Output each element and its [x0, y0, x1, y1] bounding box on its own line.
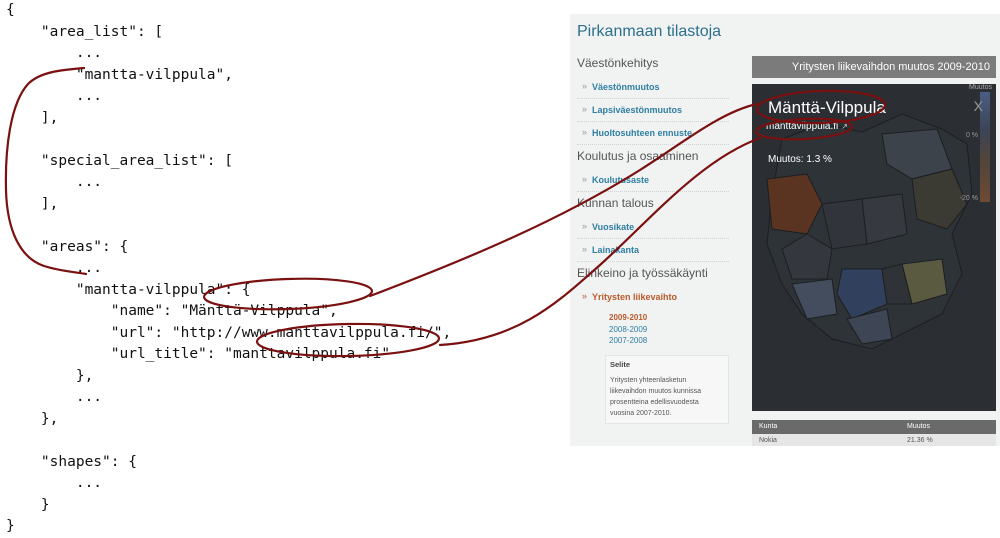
year-list: 2009-2010 2008-2009 2007-2008 — [577, 308, 735, 347]
code-line: "url_title": "manttavilppula.fi" — [6, 346, 391, 362]
code-line: "special_area_list": [ — [6, 152, 233, 169]
legend-label: 0 % — [965, 132, 978, 139]
nav-section: Elinkeino ja työssäkäynti Yritysten liike… — [577, 262, 735, 424]
code-line: ... — [6, 45, 103, 61]
map-header: Yritysten liikevaihdon muutos 2009-2010 — [752, 56, 996, 78]
nav-heading: Kunnan talous — [577, 196, 654, 210]
nav-heading: Elinkeino ja työssäkäynti — [577, 266, 708, 280]
code-line: ... — [6, 475, 103, 491]
code-line: "mantta-vilppula": { — [6, 281, 251, 298]
code-line: }, — [6, 367, 94, 384]
description-title: Selite — [610, 359, 631, 369]
map-region — [791, 278, 838, 320]
nav-heading: Koulutus ja osaaminen — [577, 149, 699, 163]
year-link[interactable]: 2009-2010 — [609, 312, 735, 324]
nav-item[interactable]: Lainakanta — [577, 239, 729, 262]
code-line: "name": "Mänttä-Vilppula", — [6, 303, 338, 319]
nav-item[interactable]: Väestönmuutos — [577, 76, 729, 99]
nav-item[interactable]: Koulutusaste — [577, 169, 729, 192]
column-header-muutos[interactable]: Muutos — [899, 420, 930, 434]
code-line: } — [6, 496, 50, 513]
code-block: { "area_list": [ ... "mantta-vilppula", … — [6, 0, 451, 538]
external-link-icon: ↗ — [841, 122, 848, 131]
code-line: "shapes": { — [6, 453, 137, 470]
statistics-screenshot: Pirkanmaan tilastoja VäestönkehitysVäest… — [570, 14, 1000, 446]
site-title: Pirkanmaan tilastoja — [577, 23, 722, 40]
legend-label: -20 % — [959, 195, 978, 202]
nav-section: Väestönkehitys VäestönmuutosLapsiväestönm… — [577, 52, 735, 145]
nav-item[interactable]: Lapsiväestönmuutos — [577, 99, 729, 122]
choropleth-map[interactable]: Muutos 0 % -20 % Mänttä-Vilppula manttav… — [752, 84, 996, 411]
popup-change-value: Muutos: 1.3 % — [768, 154, 832, 165]
map-shapes — [766, 113, 973, 350]
code-line: ], — [6, 195, 59, 212]
code-line: "area_list": [ — [6, 23, 164, 40]
year-link[interactable]: 2007-2008 — [609, 335, 735, 347]
nav-section: Koulutus ja osaaminen Koulutusaste — [577, 145, 735, 192]
code-line: ... — [6, 260, 103, 276]
nav-item[interactable]: Huoltosuhteen ennuste — [577, 122, 729, 145]
table-header: Kunta Muutos — [752, 420, 996, 434]
popup-link-text[interactable]: manttavilppula.fi — [766, 121, 838, 132]
table-row: Nokia 21.36 % — [752, 434, 996, 446]
nav-heading: Väestönkehitys — [577, 56, 659, 70]
code-line: "areas": { — [6, 238, 129, 255]
nav-section: Kunnan talous VuosikateLainakanta — [577, 192, 735, 262]
popup-area-name: Mänttä-Vilppula — [768, 98, 886, 117]
code-line: }, — [6, 410, 59, 427]
code-line: { — [6, 2, 15, 18]
code-line: ... — [6, 174, 103, 190]
popup-link[interactable]: manttavilppula.fi ↗ — [766, 121, 848, 132]
nav-item[interactable]: Yritysten liikevaihto — [577, 286, 729, 308]
nav-item[interactable]: Vuosikate — [577, 216, 729, 239]
code-line: ], — [6, 109, 59, 126]
sidebar-nav: Väestönkehitys VäestönmuutosLapsiväestönm… — [570, 52, 735, 424]
code-line: ... — [6, 389, 103, 405]
legend-description-box: Selite Yritysten yhteenlasketun liikevaih… — [605, 354, 729, 424]
legend-title: Muutos — [969, 84, 992, 91]
results-table: Kunta Muutos Nokia 21.36 % — [752, 420, 996, 446]
year-link[interactable]: 2008-2009 — [609, 324, 735, 336]
description-text: Yritysten yhteenlasketun liikevaihdon mu… — [610, 376, 702, 417]
column-header-kunta[interactable]: Kunta — [752, 420, 899, 434]
close-icon[interactable]: X — [974, 98, 983, 114]
code-line: } — [6, 518, 15, 534]
table-cell: Nokia — [759, 437, 777, 444]
code-line: "url": "http://www.manttavilppula.fi/", — [6, 324, 452, 341]
table-cell: 21.36 % — [907, 437, 933, 444]
code-line: ... — [6, 88, 103, 104]
code-line: "mantta-vilppula", — [6, 66, 233, 83]
